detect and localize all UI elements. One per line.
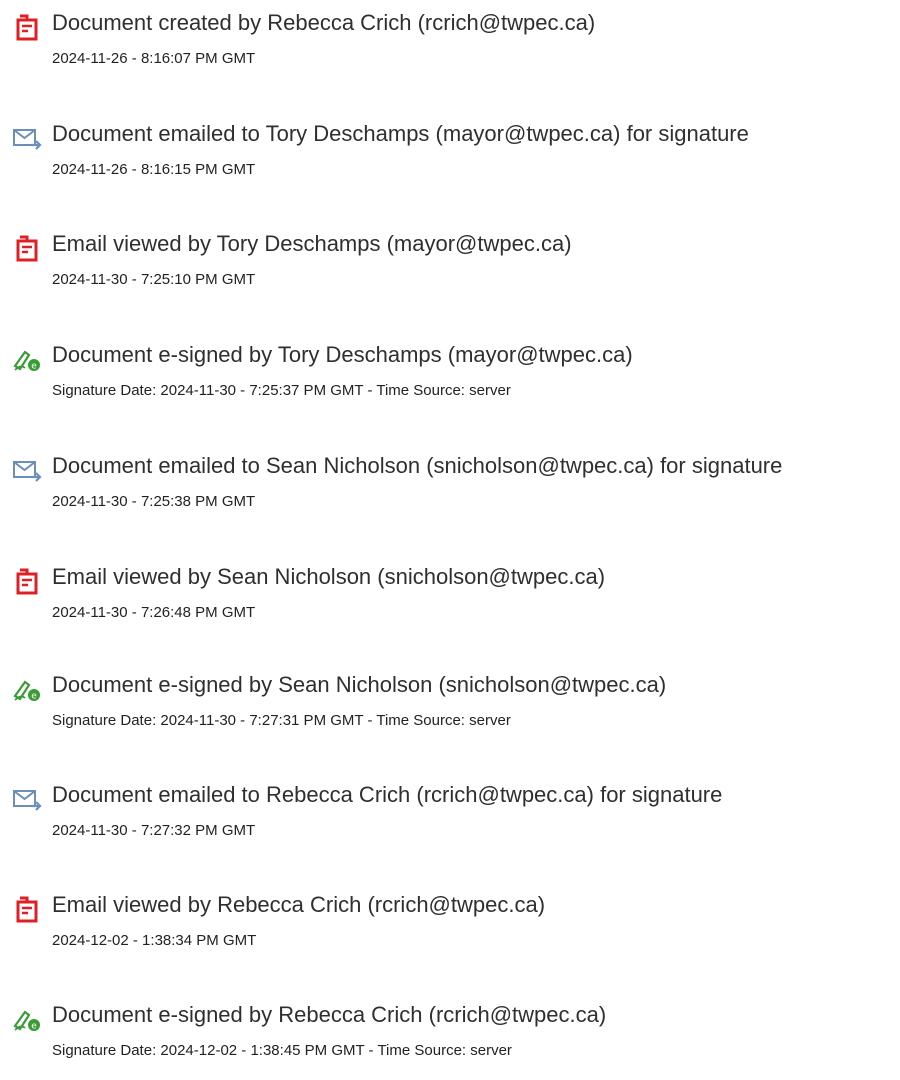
event-item: Document emailed to Rebecca Crich (rcric…: [0, 780, 900, 860]
event-title: Document e-signed by Rebecca Crich (rcri…: [52, 1002, 607, 1027]
event-item: Document emailed to Tory Deschamps (mayo…: [0, 119, 900, 199]
pdf-icon: [12, 12, 42, 42]
pdf-icon: [12, 233, 42, 263]
event-item: Document emailed to Sean Nicholson (snic…: [0, 451, 900, 531]
event-title: Document e-signed by Tory Deschamps (may…: [52, 342, 633, 367]
svg-text:e: e: [31, 362, 37, 372]
event-timestamp: 2024-11-30 - 7:26:48 PM GMT: [52, 604, 256, 621]
event-timestamp: 2024-11-26 - 8:16:07 PM GMT: [52, 50, 256, 67]
event-title: Email viewed by Sean Nicholson (snichols…: [52, 564, 606, 589]
event-title: Document created by Rebecca Crich (rcric…: [52, 10, 596, 35]
e-sign-icon: e: [12, 344, 42, 374]
svg-text:e: e: [31, 692, 37, 702]
svg-text:e: e: [31, 1022, 37, 1032]
event-timestamp: 2024-11-30 - 7:25:38 PM GMT: [52, 493, 256, 510]
event-timestamp: 2024-12-02 - 1:38:34 PM GMT: [52, 932, 257, 949]
audit-trail: Document created by Rebecca Crich (rcric…: [0, 0, 900, 1063]
event-timestamp: 2024-11-30 - 7:25:10 PM GMT: [52, 271, 256, 288]
e-sign-icon: e: [12, 1004, 42, 1034]
event-timestamp: Signature Date: 2024-11-30 - 7:27:31 PM …: [52, 712, 511, 729]
event-timestamp: 2024-11-26 - 8:16:15 PM GMT: [52, 161, 256, 178]
event-title: Document emailed to Tory Deschamps (mayo…: [52, 121, 749, 146]
event-title: Email viewed by Tory Deschamps (mayor@tw…: [52, 231, 572, 256]
event-title: Email viewed by Rebecca Crich (rcrich@tw…: [52, 892, 546, 917]
event-title: Document emailed to Sean Nicholson (snic…: [52, 453, 783, 478]
email-icon: [12, 455, 42, 485]
email-icon: [12, 784, 42, 814]
event-item: Document created by Rebecca Crich (rcric…: [0, 8, 900, 88]
email-icon: [12, 123, 42, 153]
event-item: e Document e-signed by Tory Deschamps (m…: [0, 340, 900, 420]
event-item: Email viewed by Sean Nicholson (snichols…: [0, 562, 900, 642]
event-item: e Document e-signed by Rebecca Crich (rc…: [0, 1000, 900, 1080]
event-timestamp: 2024-11-30 - 7:27:32 PM GMT: [52, 822, 256, 839]
pdf-icon: [12, 894, 42, 924]
event-timestamp: Signature Date: 2024-11-30 - 7:25:37 PM …: [52, 382, 511, 399]
event-item: e Document e-signed by Sean Nicholson (s…: [0, 670, 900, 750]
event-item: Email viewed by Rebecca Crich (rcrich@tw…: [0, 890, 900, 970]
event-timestamp: Signature Date: 2024-12-02 - 1:38:45 PM …: [52, 1042, 512, 1059]
event-title: Document emailed to Rebecca Crich (rcric…: [52, 782, 723, 807]
event-title: Document e-signed by Sean Nicholson (sni…: [52, 672, 667, 697]
event-item: Email viewed by Tory Deschamps (mayor@tw…: [0, 229, 900, 309]
pdf-icon: [12, 566, 42, 596]
e-sign-icon: e: [12, 674, 42, 704]
